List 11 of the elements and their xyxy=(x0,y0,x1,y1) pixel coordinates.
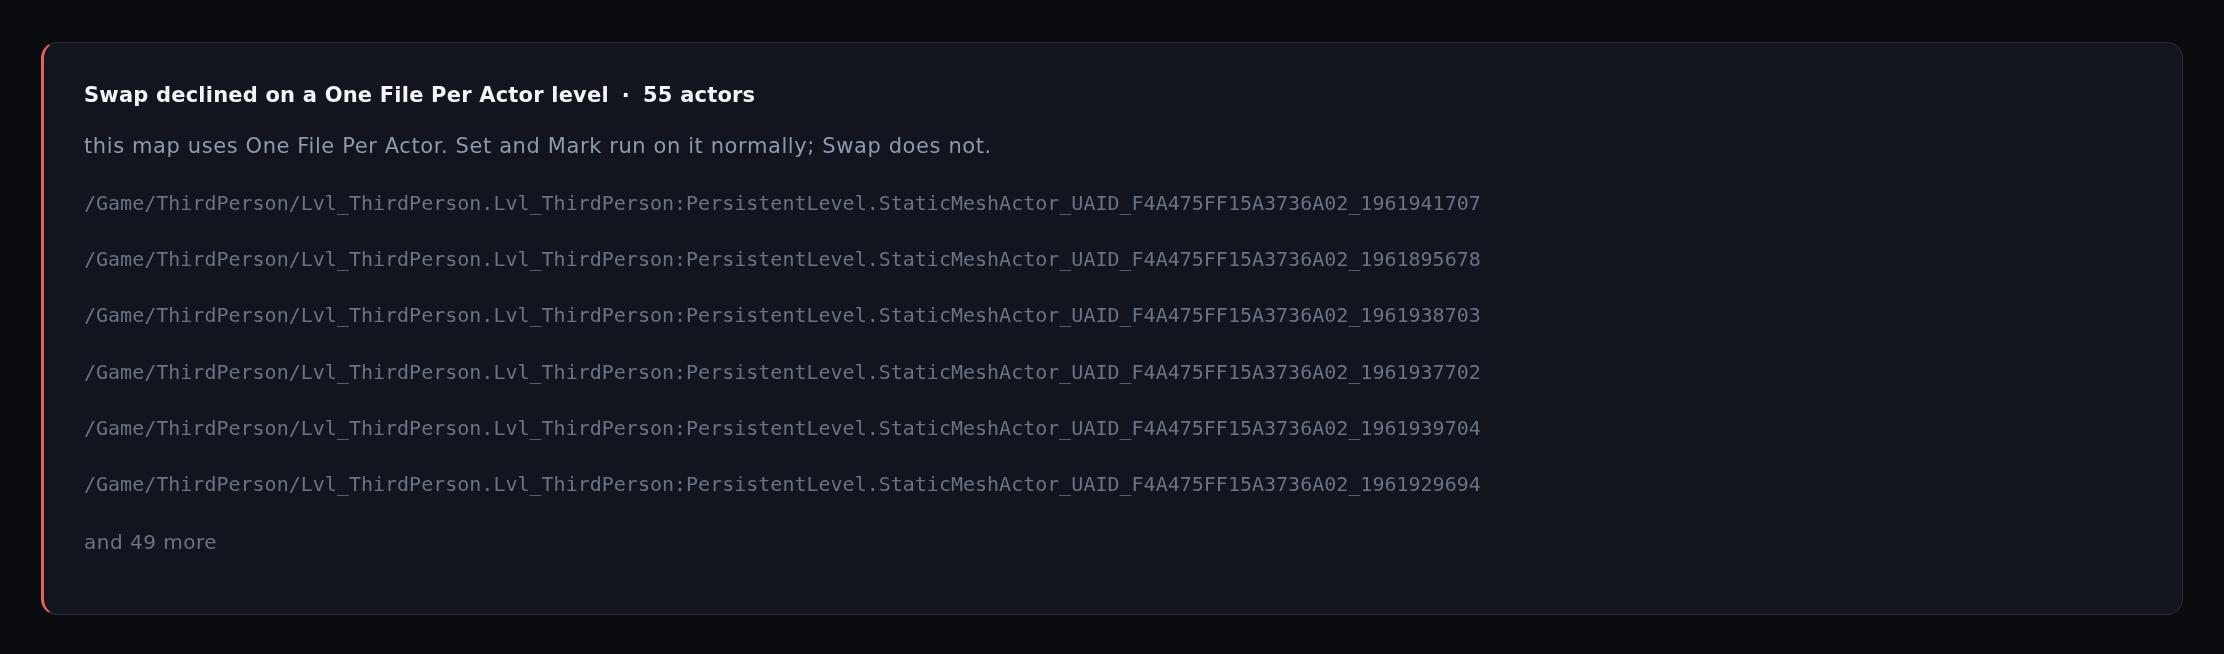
actor-count: 55 actors xyxy=(643,82,756,109)
actor-path: /Game/ThirdPerson/Lvl_ThirdPerson.Lvl_ThirdPerson:PersistentLevel.StaticMeshActor_UAID_F4A475FF15A3736A02_1961938703 xyxy=(84,302,1481,330)
actor-path: /Game/ThirdPerson/Lvl_ThirdPerson.Lvl_ThirdPerson:PersistentLevel.StaticMeshActor_UAID_F4A475FF15A3736A02_1961939704 xyxy=(84,414,1481,442)
notice-title: Swap declined on a One File Per Actor level xyxy=(84,82,609,109)
actor-path: /Game/ThirdPerson/Lvl_ThirdPerson.Lvl_ThirdPerson:PersistentLevel.StaticMeshActor_UAID_F4A475FF15A3736A02_1961929694 xyxy=(84,470,1481,498)
actor-path: /Game/ThirdPerson/Lvl_ThirdPerson.Lvl_ThirdPerson:PersistentLevel.StaticMeshActor_UAID_F4A475FF15A3736A02_1961895678 xyxy=(84,246,1481,274)
notice-message: this map uses One File Per Actor. Set and Mark run on it normally; Swap does not. xyxy=(84,133,993,160)
actor-path: /Game/ThirdPerson/Lvl_ThirdPerson.Lvl_ThirdPerson:PersistentLevel.StaticMeshActor_UAID_F4A475FF15A3736A02_1961937702 xyxy=(84,358,1481,386)
title-separator: · xyxy=(621,82,630,109)
actor-path: /Game/ThirdPerson/Lvl_ThirdPerson.Lvl_ThirdPerson:PersistentLevel.StaticMeshActor_UAID_F4A475FF15A3736A02_1961941707 xyxy=(84,190,1481,217)
more-count: and 49 more xyxy=(84,528,219,556)
